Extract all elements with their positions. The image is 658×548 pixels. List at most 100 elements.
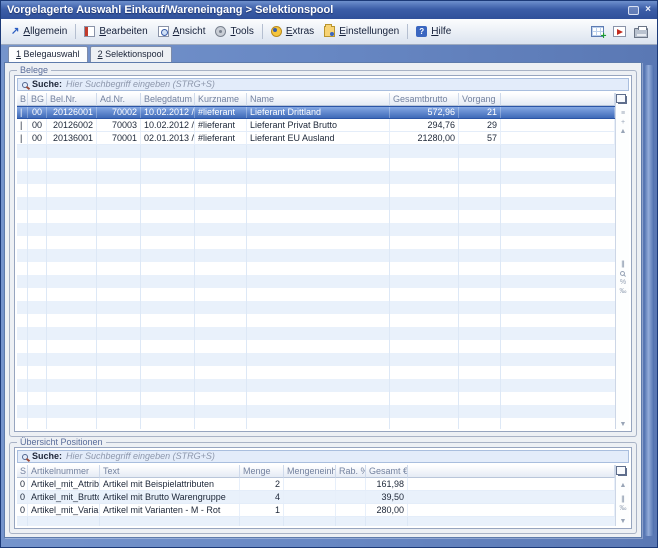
position-row[interactable]: 0 Artikel_mit_Varianten. Artikel mit Var…: [17, 504, 615, 517]
menu-ansicht[interactable]: Ansicht: [153, 24, 211, 39]
permille-icon[interactable]: ‰: [620, 287, 626, 296]
filter-icon[interactable]: |||: [621, 495, 623, 504]
app-window: Vorgelagerte Auswahl Einkauf/Wareneingan…: [0, 0, 658, 548]
cell-rabatt: [336, 504, 366, 516]
col-header-b[interactable]: B: [17, 93, 28, 106]
cell-text: Artikel mit Varianten - M - Rot: [100, 504, 240, 516]
menubar: ↗ Allgemein Bearbeiten Ansicht Tools Ext…: [1, 19, 657, 45]
cell-menge: 2: [240, 478, 284, 490]
cell-name: Lieferant Privat Brutto: [247, 119, 390, 131]
menu-tools[interactable]: Tools: [210, 24, 258, 39]
col-header-filler: [501, 93, 615, 106]
search-label: Suche:: [32, 79, 62, 90]
content-pane: Belege Suche: Hier Suchbegriff eingeben …: [4, 62, 642, 538]
window-scrollbar[interactable]: [644, 65, 654, 536]
col-header-belegdatum[interactable]: Belegdatum: [141, 93, 195, 106]
column-chooser-icon[interactable]: [618, 96, 627, 104]
cell-artikelnummer: Artikel_mit_Attributen: [28, 478, 100, 490]
insert-icon[interactable]: +: [621, 118, 624, 127]
beleg-indicator: |: [17, 107, 28, 118]
belege-header-row: B BG Bel.Nr. Ad.Nr. Belegdatum Kurzname …: [17, 93, 615, 106]
belege-grid-main: B BG Bel.Nr. Ad.Nr. Belegdatum Kurzname …: [17, 93, 615, 429]
scroll-up-icon[interactable]: ▲: [620, 127, 626, 136]
titlebar: Vorgelagerte Auswahl Einkauf/Wareneingan…: [1, 1, 657, 19]
cell-gesamt: 161,98: [366, 478, 408, 490]
menu-einstellungen[interactable]: Einstellungen: [319, 24, 404, 39]
col-header-gesamtbrutto[interactable]: Gesamtbrutto: [390, 93, 459, 106]
cell-kurzname: #lieferant: [195, 132, 247, 144]
col-header-bg[interactable]: BG: [28, 93, 47, 106]
col-header-adnr[interactable]: Ad.Nr.: [97, 93, 141, 106]
col-header-rabatt[interactable]: Rab. %: [336, 465, 366, 478]
view-icon: [158, 26, 169, 37]
scroll-down-icon[interactable]: ▼: [620, 517, 626, 526]
beleg-row-selected[interactable]: | 00 20126001 70002 10.02.2012 /Fr #lief…: [17, 106, 615, 119]
position-row[interactable]: 0 Artikel_mit_Brutto_WG Artikel mit Brut…: [17, 491, 615, 504]
beleg-indicator: |: [17, 132, 28, 144]
cell-belegdatum: 02.01.2013 /Mi: [141, 132, 195, 144]
grid-column-separator: [239, 517, 240, 526]
cell-name: Lieferant Drittland: [247, 107, 390, 118]
beleg-row[interactable]: | 00 20126002 70003 10.02.2012 /Fr #lief…: [17, 119, 615, 132]
belege-group-label: Belege: [17, 65, 51, 75]
col-header-artikelnummer[interactable]: Artikelnummer: [28, 465, 100, 478]
cell-filler: [501, 132, 615, 144]
print-button[interactable]: [630, 23, 652, 41]
scroll-up-icon[interactable]: ▲: [620, 481, 626, 490]
menu-label: Allgemein: [23, 26, 67, 37]
menu-label: Extras: [286, 26, 314, 37]
grid-column-separator: [365, 517, 366, 526]
cell-belnr: 20126002: [47, 119, 97, 131]
red-arrow-icon: [613, 26, 626, 37]
grid-column-separator: [246, 145, 247, 429]
beleg-row[interactable]: | 00 20136001 70001 02.01.2013 /Mi #lief…: [17, 132, 615, 145]
positionen-groupbox: Übersicht Positionen Suche: Hier Suchbeg…: [9, 437, 637, 534]
cell-gesamtbrutto: 21280,00: [390, 132, 459, 144]
window-controls: ×: [628, 5, 651, 15]
col-header-belnr[interactable]: Bel.Nr.: [47, 93, 97, 106]
cell-filler: [501, 107, 615, 118]
percent-icon[interactable]: %: [620, 278, 625, 287]
col-header-name[interactable]: Name: [247, 93, 390, 106]
search-icon: [22, 454, 28, 460]
col-header-s[interactable]: S: [17, 465, 28, 478]
export-table-button[interactable]: [586, 23, 608, 41]
scroll-top-icon[interactable]: ≡: [621, 109, 624, 118]
permille-icon[interactable]: ‰: [620, 504, 626, 513]
position-row[interactable]: 0 Artikel_mit_Attributen Artikel mit Bei…: [17, 478, 615, 491]
tab-belegauswahl[interactable]: 1 Belegauswahl: [8, 46, 88, 62]
belege-search-input[interactable]: Suche: Hier Suchbegriff eingeben (STRG+S…: [17, 78, 629, 91]
cell-text: Artikel mit Brutto Warengruppe: [100, 491, 240, 503]
search-placeholder: Hier Suchbegriff eingeben (STRG+S): [66, 79, 215, 90]
grid-search-icon[interactable]: [620, 271, 625, 276]
cell-mengeneinheit: [284, 478, 336, 490]
exit-button[interactable]: [608, 23, 630, 41]
positionen-search-input[interactable]: Suche: Hier Suchbegriff eingeben (STRG+S…: [17, 450, 629, 463]
col-header-vorgang[interactable]: Vorgang: [459, 93, 501, 106]
restore-icon[interactable]: [628, 6, 639, 15]
tab-label: 2 Selektionspool: [98, 47, 164, 61]
positionen-grid-main: S Artikelnummer Text Menge Mengeneinheit…: [17, 465, 615, 526]
scroll-down-icon[interactable]: ▼: [620, 420, 626, 429]
menu-hilfe[interactable]: ? Hilfe: [411, 24, 456, 39]
cell-adnr: 70002: [97, 107, 141, 118]
menu-allgemein[interactable]: ↗ Allgemein: [6, 24, 72, 39]
col-header-menge[interactable]: Menge: [240, 465, 284, 478]
positionen-grid: S Artikelnummer Text Menge Mengeneinheit…: [17, 465, 629, 526]
col-header-mengeneinheit[interactable]: Mengeneinheit: [284, 465, 336, 478]
window-title: Vorgelagerte Auswahl Einkauf/Wareneingan…: [7, 4, 628, 16]
grid-column-separator: [96, 145, 97, 429]
menu-label: Ansicht: [173, 26, 206, 37]
menu-extras[interactable]: Extras: [266, 24, 319, 39]
search-icon: [22, 82, 28, 88]
menu-bearbeiten[interactable]: Bearbeiten: [79, 24, 152, 39]
column-chooser-icon[interactable]: [618, 468, 627, 476]
positionen-grid-side-toolbar: ▲ ||| ‰ ▼: [615, 465, 629, 526]
cell-mengeneinheit: [284, 491, 336, 503]
tab-selektionspool[interactable]: 2 Selektionspool: [90, 46, 172, 62]
col-header-text[interactable]: Text: [100, 465, 240, 478]
filter-icon[interactable]: |||: [621, 260, 623, 269]
close-icon[interactable]: ×: [645, 5, 651, 15]
col-header-kurzname[interactable]: Kurzname: [195, 93, 247, 106]
col-header-gesamt[interactable]: Gesamt €: [366, 465, 408, 478]
